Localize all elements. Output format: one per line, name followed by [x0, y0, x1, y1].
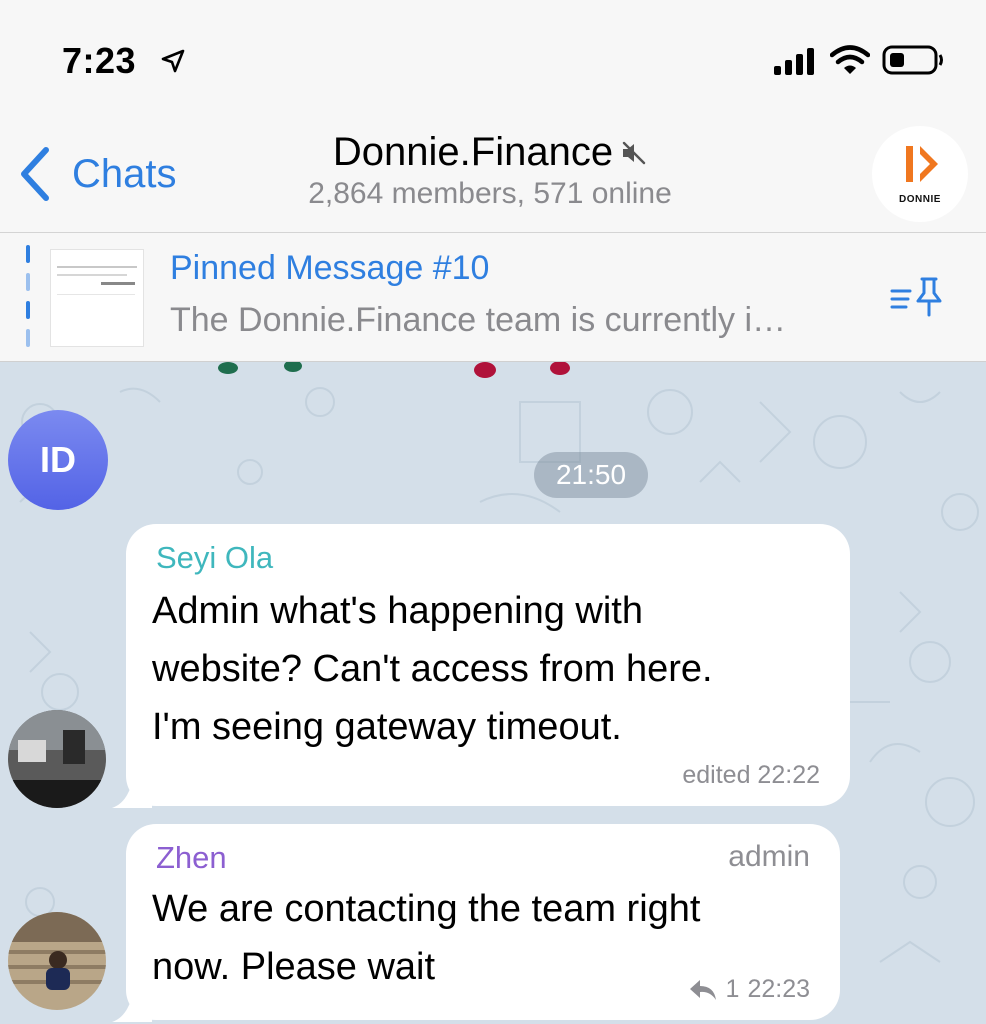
pinned-thumbnail [50, 249, 144, 347]
location-arrow-icon [161, 49, 185, 73]
message-sender[interactable]: Zhen [156, 840, 227, 876]
sender-avatar-zhen[interactable] [8, 912, 106, 1010]
chat-title-area[interactable]: Donnie.Finance 2,864 members, 571 online [230, 130, 750, 211]
chat-title: Donnie.Finance [332, 130, 614, 174]
channel-avatar-label: DONNIE [899, 194, 941, 205]
battery-icon [882, 45, 943, 75]
back-button[interactable]: Chats [16, 142, 177, 206]
avatar-photo-icon [8, 912, 106, 1010]
pinned-list-icon[interactable] [886, 273, 948, 321]
message-time: 22:23 [747, 975, 810, 1003]
bubble-tail [112, 772, 152, 808]
back-label: Chats [72, 151, 177, 196]
message-text: We are contacting the team right now. Pl… [152, 888, 701, 988]
message-text: Admin what's happening with website? Can… [152, 590, 713, 748]
mute-icon [622, 141, 646, 164]
cellular-signal-icon [774, 48, 814, 75]
time-separator: 21:50 [534, 452, 648, 498]
chat-messages-area[interactable]: ID 21:50 Seyi Ola Admin what's happening… [0, 362, 986, 1024]
message-edited-time: edited 22:22 [682, 761, 820, 789]
bubble-tail [112, 986, 152, 1022]
reply-count[interactable]: 1 [726, 975, 740, 1004]
pinned-title: Pinned Message #10 [170, 249, 490, 287]
message-bubble[interactable]: Seyi Ola Admin what's happening with web… [112, 524, 850, 808]
channel-avatar[interactable]: DONNIE [872, 126, 968, 222]
user-avatar-initials[interactable]: ID [8, 410, 108, 510]
message-meta: 1 22:23 [688, 975, 810, 1004]
reply-icon[interactable] [688, 977, 718, 1003]
pinned-indicator [26, 245, 30, 347]
sticker-fragment [218, 362, 570, 378]
donnie-logo-icon [906, 146, 938, 182]
admin-badge: admin [728, 840, 810, 873]
message-bubble[interactable]: Zhen admin We are contacting the team ri… [112, 824, 840, 1022]
pinned-preview-text: The Donnie.Finance team is currently i… [170, 301, 787, 339]
chat-header: Chats Donnie.Finance 2,864 members, 571 … [0, 120, 986, 233]
chat-subtitle: 2,864 members, 571 online [308, 177, 672, 210]
pinned-message-bar[interactable]: Pinned Message #10 The Donnie.Finance te… [0, 233, 986, 362]
message-meta: edited 22:22 [682, 761, 820, 790]
wifi-icon [830, 45, 870, 74]
status-bar: 7:23 [0, 0, 986, 120]
avatar-photo-icon [8, 710, 106, 808]
chevron-left-icon [21, 147, 49, 201]
sender-avatar-seyi[interactable] [8, 710, 106, 808]
status-time: 7:23 [62, 40, 137, 81]
message-sender[interactable]: Seyi Ola [156, 540, 273, 576]
